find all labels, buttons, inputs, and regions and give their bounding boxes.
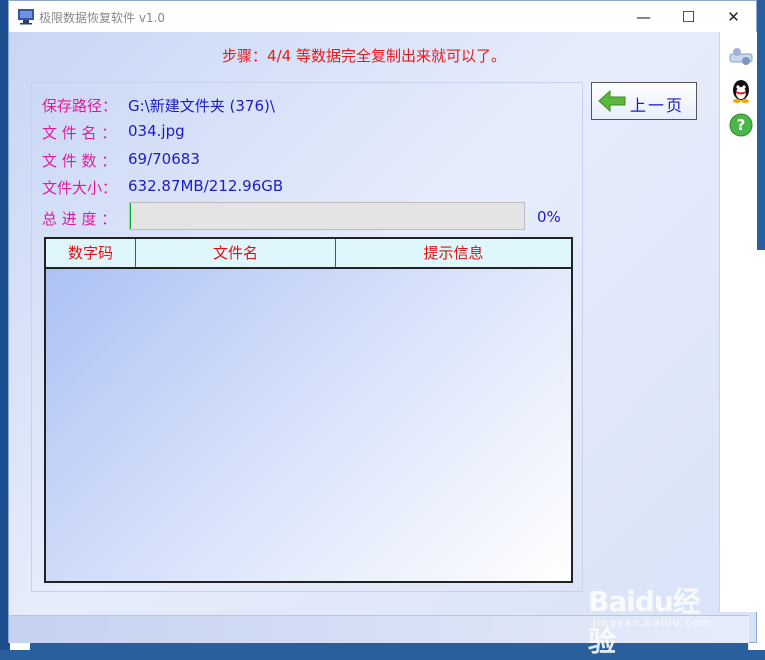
maximize-button[interactable]: ☐ (666, 1, 711, 32)
client-area: 步骤：4/4 等数据完全复制出来就可以了。 保存路径： G:\新建文件夹 (37… (9, 32, 757, 643)
count-label: 文 件 数 ： (42, 152, 117, 170)
column-header-filename[interactable]: 文件名 (136, 239, 336, 267)
baidu-watermark: Baidu经验 jingyan.baidu.com (588, 580, 723, 658)
previous-page-label: 上一页 (630, 96, 685, 115)
path-label: 保存路径： (42, 97, 118, 115)
arrow-left-icon (598, 89, 626, 113)
size-label: 文件大小： (42, 179, 118, 197)
count-value: 69/70683 (128, 150, 200, 168)
close-icon: ✕ (727, 7, 740, 26)
minimize-button[interactable]: — (621, 1, 666, 32)
maximize-icon: ☐ (681, 7, 696, 26)
window-title: 极限数据恢复软件 v1.0 (39, 11, 166, 25)
step-instruction: 步骤：4/4 等数据完全复制出来就可以了。 (222, 47, 506, 65)
svg-text:?: ? (737, 116, 746, 134)
size-value: 632.87MB/212.96GB (128, 177, 284, 195)
close-button[interactable]: ✕ (711, 1, 756, 32)
column-header-message[interactable]: 提示信息 (336, 239, 571, 267)
watermark-url: jingyan.baidu.com (593, 616, 712, 629)
previous-page-button[interactable]: 上一页 (591, 82, 697, 120)
filename-label: 文 件 名 ： (42, 124, 117, 142)
help-icon[interactable]: ? (728, 112, 754, 138)
app-icon (18, 9, 34, 25)
app-window: 极限数据恢复软件 v1.0 — ☐ ✕ 步骤：4/4 等数据完全复制出来就可以了… (8, 0, 757, 643)
qq-penguin-icon[interactable] (728, 78, 754, 104)
network-icon[interactable] (728, 44, 754, 70)
file-list-table[interactable]: 数字码 文件名 提示信息 (44, 237, 573, 583)
path-value: G:\新建文件夹 (376)\ (128, 97, 275, 115)
info-panel: 保存路径： G:\新建文件夹 (376)\ 文 件 名 ： 034.jpg 文 … (31, 82, 583, 592)
table-header: 数字码 文件名 提示信息 (46, 239, 571, 269)
progress-bar (129, 202, 525, 230)
progress-fill (130, 203, 132, 229)
progress-percent: 0% (537, 208, 561, 226)
progress-label: 总 进 度 ： (42, 210, 117, 228)
filename-value: 034.jpg (128, 122, 185, 140)
side-toolbar: ? (719, 32, 757, 612)
column-header-code[interactable]: 数字码 (46, 239, 136, 267)
title-bar[interactable]: 极限数据恢复软件 v1.0 — ☐ ✕ (9, 1, 756, 32)
minimize-icon: — (636, 7, 651, 26)
